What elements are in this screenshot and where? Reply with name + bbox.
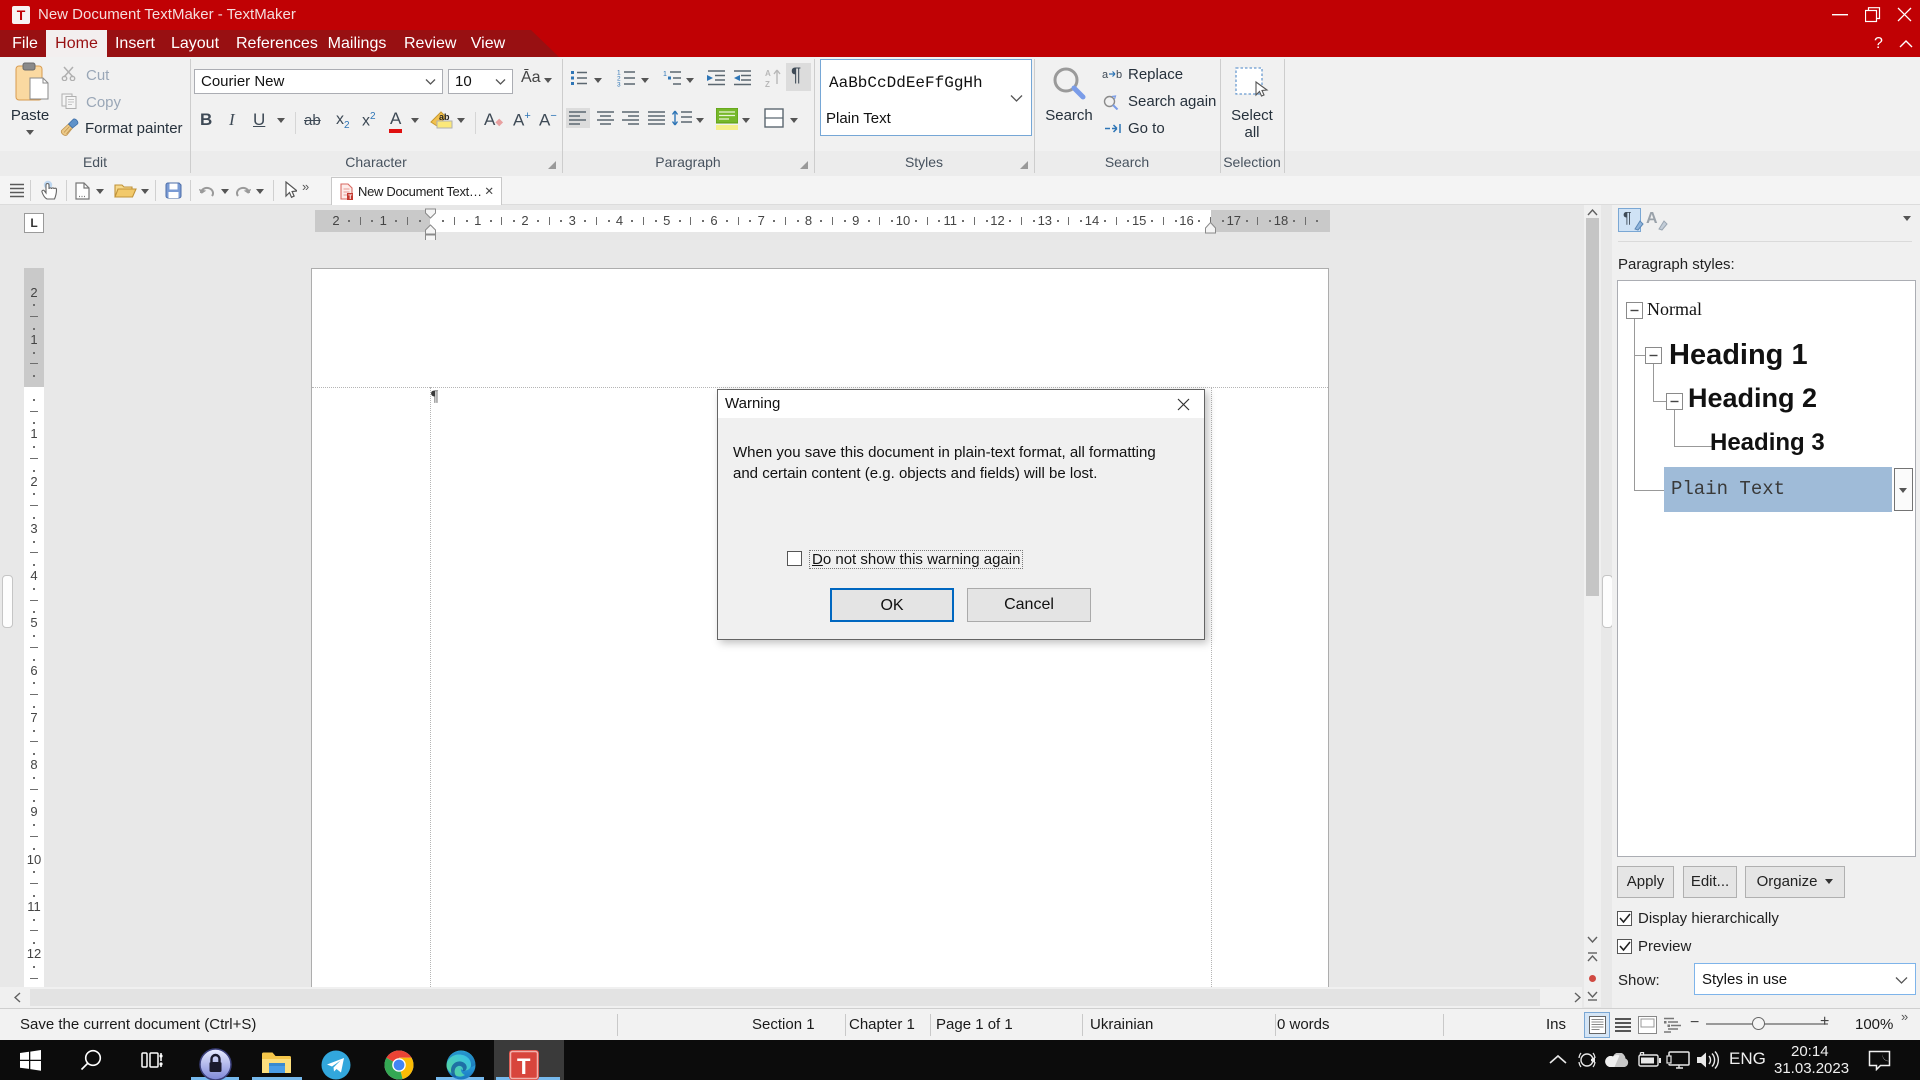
- svg-text:a: a: [1102, 69, 1109, 81]
- svg-text:A: A: [765, 69, 771, 78]
- svg-text:ab: ab: [439, 112, 450, 122]
- svg-text:T: T: [348, 194, 352, 200]
- svg-text:b: b: [1116, 69, 1122, 81]
- svg-text:Z: Z: [765, 80, 770, 88]
- svg-text:1: 1: [663, 71, 667, 78]
- svg-text:T: T: [517, 1054, 531, 1079]
- svg-text:3: 3: [617, 82, 621, 88]
